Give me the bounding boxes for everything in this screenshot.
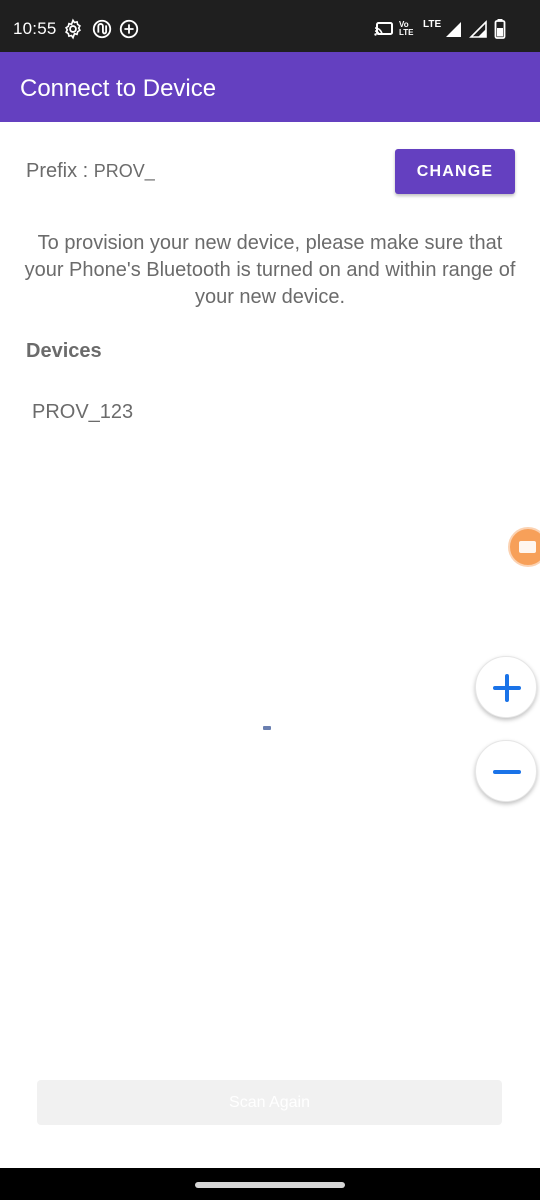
scanning-progress-indicator xyxy=(263,726,271,730)
navigation-bar xyxy=(0,1168,540,1200)
instructions-text: To provision your new device, please mak… xyxy=(24,232,516,308)
app-bar: Connect to Device xyxy=(0,52,540,122)
device-list-item[interactable]: PROV_123 xyxy=(32,401,133,424)
zoom-out-button[interactable] xyxy=(475,740,537,802)
battery-icon xyxy=(494,19,506,39)
settings-icon xyxy=(65,18,81,40)
plus-icon xyxy=(493,674,521,702)
page-title: Connect to Device xyxy=(20,75,217,102)
prefix-label: Prefix : xyxy=(26,160,94,182)
zoom-in-button[interactable] xyxy=(475,656,537,718)
change-prefix-button[interactable]: CHANGE xyxy=(395,149,515,194)
status-time: 10:55 xyxy=(13,19,57,38)
app-notification-icon xyxy=(92,19,112,39)
scan-again-button[interactable]: Scan Again xyxy=(37,1080,502,1125)
prefix-row: Prefix : PROV_ xyxy=(26,160,155,183)
volte-icon: Vo LTE xyxy=(399,20,414,37)
add-circle-icon xyxy=(119,19,139,39)
prefix-value: PROV_ xyxy=(93,161,155,181)
home-gesture-handle[interactable] xyxy=(195,1182,345,1188)
video-bubble-icon xyxy=(519,541,536,553)
floating-bubble[interactable] xyxy=(508,527,540,567)
status-bar: 10:55 Vo LTE LTE xyxy=(0,0,540,52)
signal-icon-2 xyxy=(469,20,487,38)
minus-icon xyxy=(493,770,521,774)
lte-icon: LTE xyxy=(423,19,442,30)
signal-icon xyxy=(446,22,461,37)
devices-heading: Devices xyxy=(26,340,102,362)
cast-icon xyxy=(374,22,393,36)
